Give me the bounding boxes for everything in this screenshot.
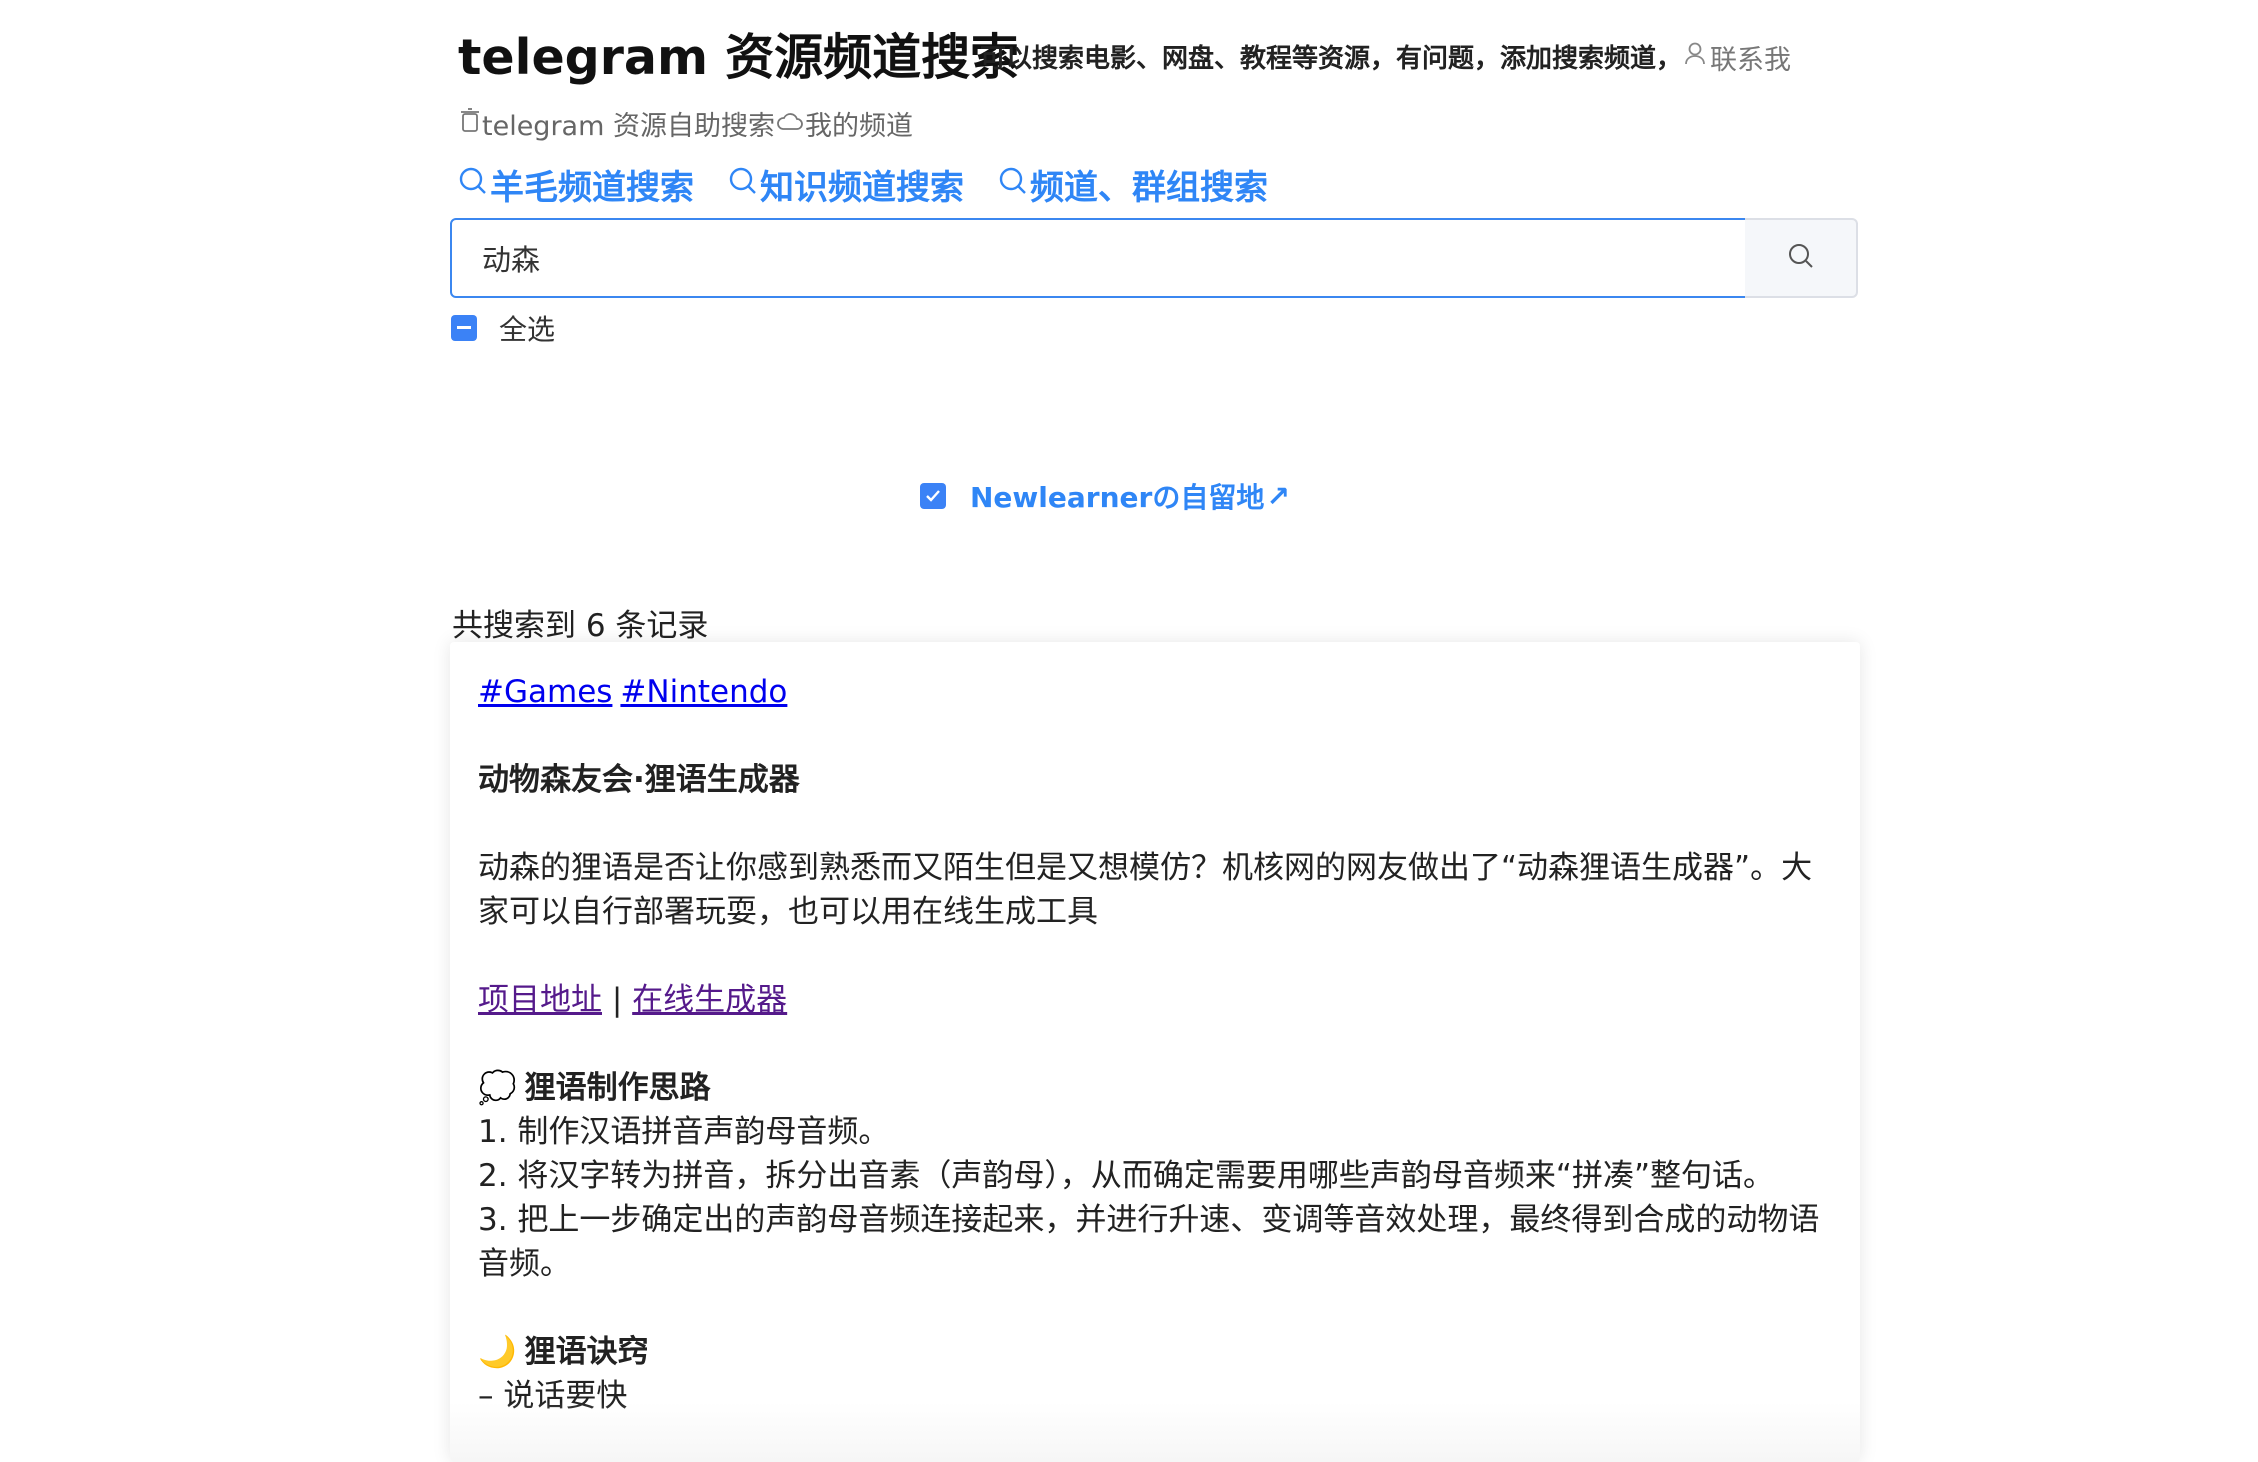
channel-option-checkbox[interactable]: Newlearnerの自留地 ↗	[920, 476, 1290, 516]
result-card: #Games #Nintendo 动物森友会·狸语生成器 动森的狸语是否让你感到熟…	[450, 642, 1860, 1462]
search-icon	[458, 165, 488, 205]
tag-games-link[interactable]: #Games	[478, 674, 612, 710]
result-links: 项目地址 | 在线生成器	[478, 978, 1838, 1022]
tag-nintendo-link[interactable]: #Nintendo	[620, 674, 787, 710]
indeterminate-checkbox-icon	[451, 315, 477, 341]
cloud-icon	[777, 108, 803, 139]
step-item: 2. 将汉字转为拼音，拆分出音素（声韵母），从而确定需要用哪些声韵母音频来“拼凑…	[478, 1158, 1775, 1194]
tag-list: #Games #Nintendo	[478, 670, 1838, 714]
contact-link[interactable]: 联系我	[1684, 38, 1791, 77]
tab-label: 频道、群组搜索	[1030, 168, 1268, 208]
result-title: 动物森友会·狸语生成器	[478, 762, 800, 798]
user-icon	[1684, 42, 1706, 73]
search-field	[450, 218, 1856, 298]
channel-label: Newlearnerの自留地	[970, 481, 1265, 514]
step-item: 1. 制作汉语拼音声韵母音频。	[478, 1114, 890, 1150]
result-count: 共搜索到 6 条记录	[452, 608, 709, 644]
search-input[interactable]	[482, 220, 1782, 296]
page-title: telegram 资源频道搜索	[458, 29, 1020, 86]
tab-wool-channel-search[interactable]: 羊毛频道搜索	[458, 160, 694, 209]
link-separator: |	[611, 982, 623, 1018]
moon-icon: 🌙	[478, 1334, 517, 1370]
search-icon	[998, 165, 1028, 205]
select-all-label: 全选	[499, 313, 556, 346]
tab-label: 羊毛频道搜索	[490, 168, 694, 208]
my-channel-link[interactable]: 我的频道	[805, 104, 913, 143]
external-link-icon: ↗	[1266, 479, 1290, 513]
bottom-fade	[450, 1402, 1860, 1462]
section-title: 狸语制作思路	[524, 1070, 711, 1106]
result-card-body: #Games #Nintendo 动物森友会·狸语生成器 动森的狸语是否让你感到熟…	[478, 670, 1838, 1418]
search-button[interactable]	[1745, 218, 1858, 298]
thought-bubble-icon: 💭	[478, 1070, 517, 1106]
tab-knowledge-channel-search[interactable]: 知识频道搜索	[728, 160, 964, 209]
tab-channel-group-search[interactable]: 频道、群组搜索	[998, 160, 1268, 209]
sub-navigation: telegram 资源自助搜索 我的频道	[460, 104, 913, 143]
search-icon	[1787, 242, 1815, 274]
select-all-checkbox[interactable]: 全选	[451, 308, 555, 348]
project-link[interactable]: 项目地址	[478, 982, 602, 1018]
section-heading-approach: 💭 狸语制作思路	[478, 1066, 1838, 1110]
page-subtitle: 可以搜索电影、网盘、教程等资源，有问题，添加搜索频道，	[980, 44, 1683, 74]
section-title: 狸语诀窍	[524, 1334, 649, 1370]
online-generator-link[interactable]: 在线生成器	[632, 982, 787, 1018]
section-heading-tips: 🌙 狸语诀窍	[478, 1330, 1838, 1374]
trash-icon	[460, 107, 480, 140]
search-icon	[728, 165, 758, 205]
search-nav: 羊毛频道搜索 知识频道搜索 频道、群组搜索	[458, 160, 1268, 209]
contact-label: 联系我	[1710, 45, 1791, 76]
checkmark-icon	[920, 483, 946, 509]
result-description: 动森的狸语是否让你感到熟悉而又陌生但是又想模仿？机核网的网友做出了“动森狸语生成…	[478, 850, 1813, 930]
tab-label: 知识频道搜索	[760, 168, 964, 208]
self-search-link[interactable]: telegram 资源自助搜索	[482, 104, 775, 143]
step-item: 3. 把上一步确定出的声韵母音频连接起来，并进行升速、变调等音效处理，最终得到合…	[478, 1202, 1820, 1282]
